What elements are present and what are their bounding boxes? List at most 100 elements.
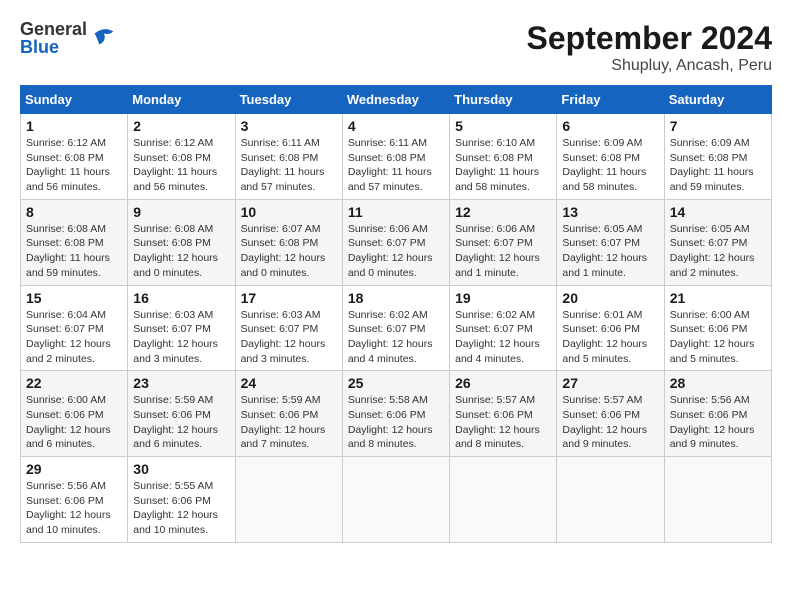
table-row: 26 Sunrise: 5:57 AMSunset: 6:06 PMDayligh… [450,371,557,457]
day-info: Sunrise: 6:12 AMSunset: 6:08 PMDaylight:… [133,136,229,195]
table-row: 5 Sunrise: 6:10 AMSunset: 6:08 PMDaylight… [450,114,557,200]
col-thursday: Thursday [450,86,557,114]
day-info: Sunrise: 6:01 AMSunset: 6:06 PMDaylight:… [562,308,658,367]
day-info: Sunrise: 6:00 AMSunset: 6:06 PMDaylight:… [26,393,122,452]
table-row: 25 Sunrise: 5:58 AMSunset: 6:06 PMDayligh… [342,371,449,457]
day-info: Sunrise: 5:56 AMSunset: 6:06 PMDaylight:… [670,393,766,452]
day-number: 12 [455,204,551,220]
day-info: Sunrise: 5:59 AMSunset: 6:06 PMDaylight:… [241,393,337,452]
day-number: 8 [26,204,122,220]
logo: General Blue [20,20,118,56]
day-number: 30 [133,461,229,477]
table-row [664,457,771,543]
day-info: Sunrise: 6:02 AMSunset: 6:07 PMDaylight:… [455,308,551,367]
day-number: 20 [562,290,658,306]
day-info: Sunrise: 6:05 AMSunset: 6:07 PMDaylight:… [562,222,658,281]
calendar-week-row: 22 Sunrise: 6:00 AMSunset: 6:06 PMDayligh… [21,371,772,457]
table-row: 13 Sunrise: 6:05 AMSunset: 6:07 PMDayligh… [557,199,664,285]
calendar-week-row: 15Sunrise: 6:04 AMSunset: 6:07 PMDayligh… [21,285,772,371]
day-info: Sunrise: 5:56 AMSunset: 6:06 PMDaylight:… [26,479,122,538]
logo-general: General [20,20,87,38]
day-info: Sunrise: 6:07 AMSunset: 6:08 PMDaylight:… [241,222,337,281]
logo-bird-icon [90,24,118,52]
day-number: 14 [670,204,766,220]
day-info: Sunrise: 5:58 AMSunset: 6:06 PMDaylight:… [348,393,444,452]
day-number: 5 [455,118,551,134]
day-number: 1 [26,118,122,134]
day-number: 4 [348,118,444,134]
day-info: Sunrise: 6:03 AMSunset: 6:07 PMDaylight:… [241,308,337,367]
table-row: 24 Sunrise: 5:59 AMSunset: 6:06 PMDayligh… [235,371,342,457]
table-row: 2 Sunrise: 6:12 AMSunset: 6:08 PMDaylight… [128,114,235,200]
title-block: September 2024 Shupluy, Ancash, Peru [527,20,772,75]
day-number: 11 [348,204,444,220]
day-info: Sunrise: 6:04 AMSunset: 6:07 PMDaylight:… [26,308,122,367]
table-row: 28 Sunrise: 5:56 AMSunset: 6:06 PMDayligh… [664,371,771,457]
table-row: 27 Sunrise: 5:57 AMSunset: 6:06 PMDayligh… [557,371,664,457]
day-info: Sunrise: 6:09 AMSunset: 6:08 PMDaylight:… [670,136,766,195]
table-row [342,457,449,543]
logo-blue: Blue [20,38,87,56]
calendar-header-row: Sunday Monday Tuesday Wednesday Thursday… [21,86,772,114]
table-row: 15Sunrise: 6:04 AMSunset: 6:07 PMDayligh… [21,285,128,371]
day-info: Sunrise: 6:11 AMSunset: 6:08 PMDaylight:… [241,136,337,195]
day-info: Sunrise: 5:57 AMSunset: 6:06 PMDaylight:… [562,393,658,452]
table-row: 8Sunrise: 6:08 AMSunset: 6:08 PMDaylight… [21,199,128,285]
table-row: 17Sunrise: 6:03 AMSunset: 6:07 PMDayligh… [235,285,342,371]
day-number: 27 [562,375,658,391]
calendar-week-row: 8Sunrise: 6:08 AMSunset: 6:08 PMDaylight… [21,199,772,285]
page-header: General Blue September 2024 Shupluy, Anc… [20,20,772,75]
day-info: Sunrise: 6:03 AMSunset: 6:07 PMDaylight:… [133,308,229,367]
table-row: 10 Sunrise: 6:07 AMSunset: 6:08 PMDayligh… [235,199,342,285]
table-row: 9Sunrise: 6:08 AMSunset: 6:08 PMDaylight… [128,199,235,285]
location-subtitle: Shupluy, Ancash, Peru [527,57,772,75]
table-row: 30 Sunrise: 5:55 AMSunset: 6:06 PMDayligh… [128,457,235,543]
day-info: Sunrise: 6:11 AMSunset: 6:08 PMDaylight:… [348,136,444,195]
table-row [557,457,664,543]
col-saturday: Saturday [664,86,771,114]
day-number: 19 [455,290,551,306]
day-info: Sunrise: 6:06 AMSunset: 6:07 PMDaylight:… [348,222,444,281]
day-info: Sunrise: 5:59 AMSunset: 6:06 PMDaylight:… [133,393,229,452]
table-row: 21 Sunrise: 6:00 AMSunset: 6:06 PMDayligh… [664,285,771,371]
col-wednesday: Wednesday [342,86,449,114]
day-info: Sunrise: 6:05 AMSunset: 6:07 PMDaylight:… [670,222,766,281]
calendar-week-row: 1 Sunrise: 6:12 AMSunset: 6:08 PMDaylight… [21,114,772,200]
day-info: Sunrise: 6:02 AMSunset: 6:07 PMDaylight:… [348,308,444,367]
table-row [450,457,557,543]
day-number: 25 [348,375,444,391]
day-number: 7 [670,118,766,134]
day-number: 3 [241,118,337,134]
day-info: Sunrise: 6:09 AMSunset: 6:08 PMDaylight:… [562,136,658,195]
day-number: 29 [26,461,122,477]
day-number: 6 [562,118,658,134]
day-number: 10 [241,204,337,220]
day-number: 9 [133,204,229,220]
table-row: 14 Sunrise: 6:05 AMSunset: 6:07 PMDayligh… [664,199,771,285]
day-info: Sunrise: 6:00 AMSunset: 6:06 PMDaylight:… [670,308,766,367]
day-number: 22 [26,375,122,391]
table-row: 22 Sunrise: 6:00 AMSunset: 6:06 PMDayligh… [21,371,128,457]
day-number: 28 [670,375,766,391]
table-row: 3 Sunrise: 6:11 AMSunset: 6:08 PMDaylight… [235,114,342,200]
table-row: 18Sunrise: 6:02 AMSunset: 6:07 PMDayligh… [342,285,449,371]
day-number: 21 [670,290,766,306]
day-info: Sunrise: 5:55 AMSunset: 6:06 PMDaylight:… [133,479,229,538]
month-title: September 2024 [527,20,772,57]
col-friday: Friday [557,86,664,114]
day-number: 23 [133,375,229,391]
day-info: Sunrise: 5:57 AMSunset: 6:06 PMDaylight:… [455,393,551,452]
table-row: 1 Sunrise: 6:12 AMSunset: 6:08 PMDaylight… [21,114,128,200]
day-info: Sunrise: 6:12 AMSunset: 6:08 PMDaylight:… [26,136,122,195]
day-number: 13 [562,204,658,220]
table-row: 16Sunrise: 6:03 AMSunset: 6:07 PMDayligh… [128,285,235,371]
table-row: 7 Sunrise: 6:09 AMSunset: 6:08 PMDaylight… [664,114,771,200]
day-info: Sunrise: 6:10 AMSunset: 6:08 PMDaylight:… [455,136,551,195]
day-number: 2 [133,118,229,134]
table-row: 6 Sunrise: 6:09 AMSunset: 6:08 PMDaylight… [557,114,664,200]
table-row: 11 Sunrise: 6:06 AMSunset: 6:07 PMDayligh… [342,199,449,285]
day-number: 24 [241,375,337,391]
day-number: 26 [455,375,551,391]
calendar-table: Sunday Monday Tuesday Wednesday Thursday… [20,85,772,543]
table-row: 12Sunrise: 6:06 AMSunset: 6:07 PMDayligh… [450,199,557,285]
